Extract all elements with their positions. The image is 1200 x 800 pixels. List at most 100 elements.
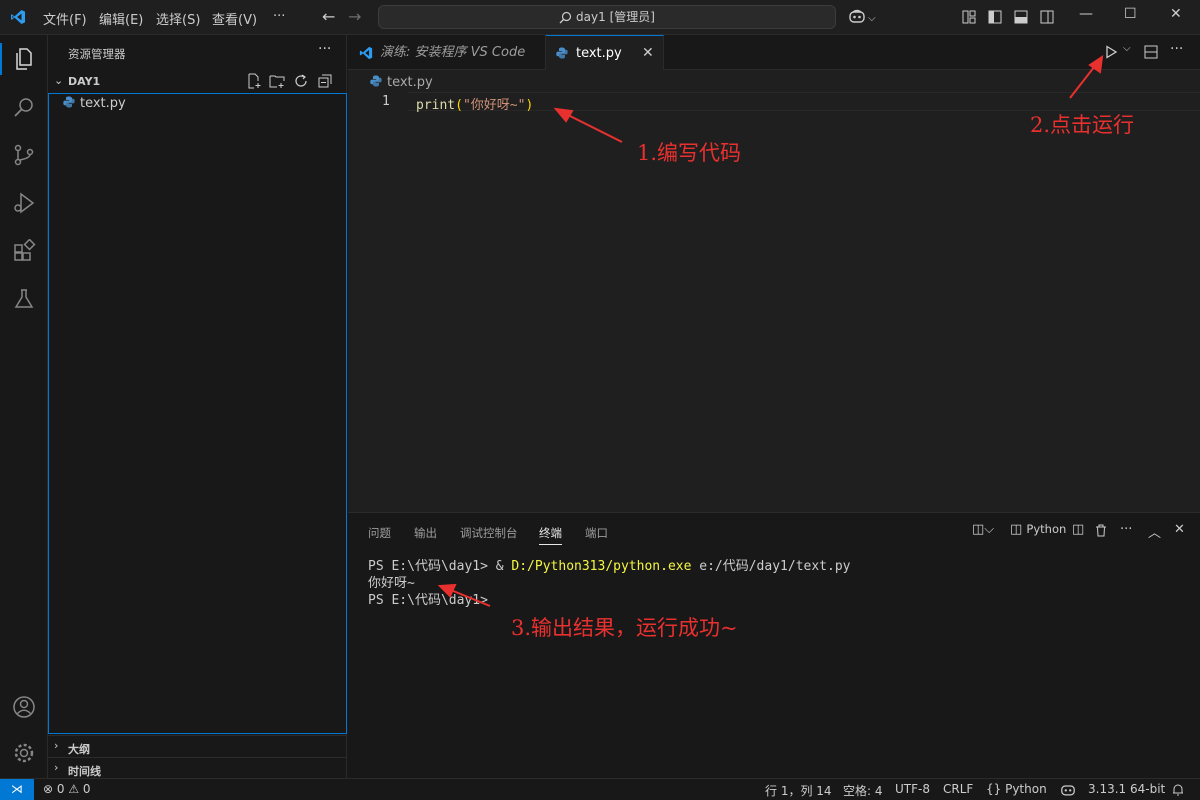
terminal-prompt: PS E:\代码\day1> & [368,559,512,574]
outline-label: 大纲 [68,743,90,756]
split-editor-icon[interactable] [1144,45,1158,59]
vscode-logo-icon[interactable] [10,9,26,25]
run-debug-icon[interactable] [12,191,36,215]
tab-text-py[interactable]: text.py ✕ [546,35,664,70]
search-view-icon[interactable] [12,95,36,119]
command-center-label: day1 [管理员] [576,10,655,24]
tab-output[interactable]: 输出 [414,525,437,541]
notification-bell-icon[interactable] [1172,783,1184,796]
terminal-argument: e:/代码/day1/text.py [691,559,851,574]
settings-gear-icon[interactable] [12,741,36,765]
tab-debug-console[interactable]: 调试控制台 [460,525,518,541]
copilot-chevron-icon: ⌵ [868,13,876,24]
minimize-icon[interactable]: — [1079,6,1093,22]
run-options-chevron-icon[interactable]: ⌵ [1123,43,1131,54]
terminal-profile-label: Python [1026,522,1067,536]
tab-ports[interactable]: 端口 [585,525,608,541]
collapse-all-icon[interactable] [317,73,333,89]
terminal-exe-path: D:/Python313/python.exe [511,559,692,574]
maximize-panel-icon[interactable]: ︿ [1148,522,1161,541]
title-bar: 文件(F) 编辑(E) 选择(S) 查看(V) ··· ← → day1 [管理… [0,0,1200,35]
chevron-down-icon: ⌄ [54,74,64,87]
toggle-secondary-sidebar-icon[interactable] [1040,10,1054,24]
code-line[interactable]: print("你好呀~") [416,94,533,113]
timeline-section[interactable]: › 时间线 [48,757,347,779]
indentation[interactable]: 空格: 4 [843,782,883,799]
remote-indicator-icon[interactable]: ⋊ [0,779,34,800]
refresh-icon[interactable] [293,73,309,89]
terminal-profile[interactable]: ◫ Python [1010,522,1066,537]
code-string: "你好呀~" [462,98,526,113]
editor-more-icon[interactable]: ··· [1170,41,1183,57]
annotation-step3: 3.输出结果，运行成功~ [511,616,738,640]
problems-count[interactable]: ⊗ 0 ⚠ 0 [43,782,91,796]
code-editor[interactable]: 1 print("你好呀~") [348,92,1200,512]
breadcrumb[interactable]: text.py [348,70,1200,92]
language-mode[interactable]: {} Python [986,782,1047,796]
toggle-primary-sidebar-icon[interactable] [988,10,1002,24]
menu-edit[interactable]: 编辑(E) [99,9,143,28]
run-python-file-icon[interactable] [1104,45,1118,59]
annotation-step1: 1.编写代码 [637,141,742,165]
search-icon [559,11,572,24]
activity-bar [0,35,48,778]
terminal-line: 你好呀~ [368,576,415,591]
close-window-icon[interactable]: ✕ [1170,6,1182,22]
tab-walkthrough[interactable]: 演练: 安装程序 VS Code [348,35,546,70]
new-file-icon[interactable] [246,73,262,89]
file-name: text.py [80,96,126,111]
explorer-icon[interactable] [12,47,36,71]
sidebar-title: 资源管理器 [68,47,126,61]
command-center-search[interactable]: day1 [管理员] [378,5,836,29]
menu-view[interactable]: 查看(V) [212,9,257,28]
line-ending[interactable]: CRLF [943,782,973,796]
file-item-text-py[interactable]: text.py [63,96,126,116]
back-arrow-icon[interactable]: ← [322,7,335,26]
toggle-panel-icon[interactable] [1014,10,1028,24]
python-file-icon [370,75,382,87]
sidebar-more-icon[interactable]: ··· [318,41,331,57]
editor-tabs: 演练: 安装程序 VS Code text.py ✕ ⌵ ··· [348,35,1200,70]
vscode-logo-icon [359,46,373,60]
bottom-panel: 问题 输出 调试控制台 终端 端口 ◫⌵ ◫ Python ◫ ··· ︿ ✕ … [348,512,1200,778]
menu-selection[interactable]: 选择(S) [156,9,200,28]
outline-section[interactable]: › 大纲 [48,735,347,757]
python-interpreter[interactable]: 3.13.1 64-bit [1088,782,1165,796]
new-folder-icon[interactable] [269,73,285,89]
new-terminal-split-icon[interactable]: ◫⌵ [972,522,994,537]
menu-more[interactable]: ··· [273,9,285,24]
close-icon[interactable]: ✕ [642,36,654,71]
tab-label: text.py [576,46,622,61]
trash-icon[interactable] [1095,524,1107,537]
folder-name: DAY1 [68,75,101,88]
line-number: 1 [382,94,390,109]
breadcrumb-file: text.py [387,75,433,90]
status-bar: ⋊ ⊗ 0 ⚠ 0 行 1，列 14 空格: 4 UTF-8 CRLF {} P… [0,778,1200,800]
explorer-sidebar: 资源管理器 ··· ⌄ DAY1 text.py › 大纲 › 时间线 [48,35,347,778]
tab-problems[interactable]: 问题 [368,525,391,541]
forward-arrow-icon[interactable]: → [348,7,361,26]
chevron-right-icon: › [54,761,59,774]
encoding[interactable]: UTF-8 [895,782,930,796]
python-file-icon [63,96,75,108]
testing-icon[interactable] [12,287,36,311]
customize-layout-icon[interactable] [962,10,976,24]
terminal-output[interactable]: PS E:\代码\day1> & D:/Python313/python.exe… [368,558,850,609]
copilot-menu[interactable]: ⌵ [848,9,876,25]
chevron-right-icon: › [54,739,59,752]
menu-file[interactable]: 文件(F) [43,9,87,28]
tab-terminal[interactable]: 终端 [539,525,562,545]
account-icon[interactable] [12,695,36,719]
file-tree: text.py [48,93,347,734]
extensions-icon[interactable] [12,239,36,263]
panel-more-icon[interactable]: ··· [1120,522,1132,537]
tab-label: 演练: 安装程序 VS Code [380,45,526,60]
cursor-position[interactable]: 行 1，列 14 [765,782,832,799]
split-terminal-icon: ◫ [1010,522,1027,537]
terminal-line: PS E:\代码\day1> & D:/Python313/python.exe… [368,558,850,575]
maximize-icon[interactable]: ☐ [1124,6,1137,22]
split-terminal-icon[interactable]: ◫ [1072,522,1084,537]
source-control-icon[interactable] [12,143,36,167]
close-panel-icon[interactable]: ✕ [1174,522,1185,537]
copilot-icon[interactable] [1060,783,1076,796]
